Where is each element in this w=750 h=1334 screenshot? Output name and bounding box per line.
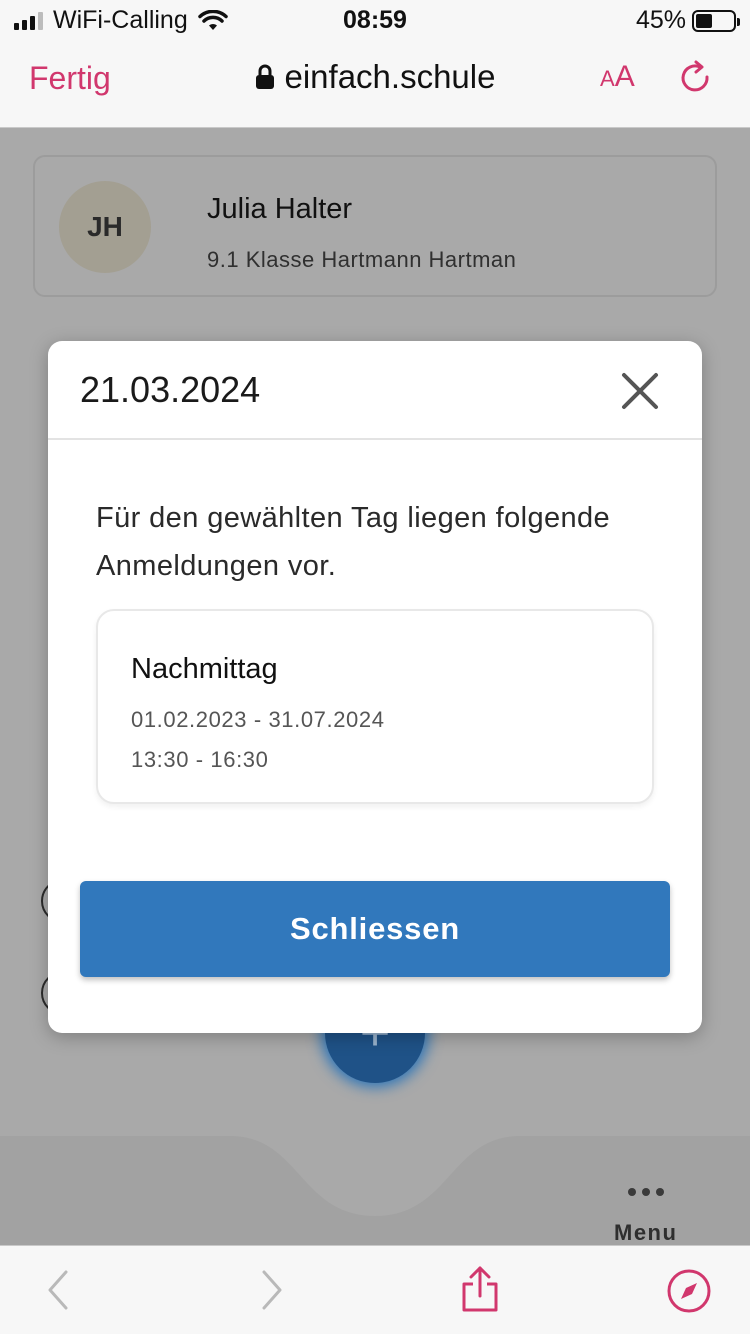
dialog-header: 21.03.2024 <box>48 341 702 440</box>
domain-label: einfach.schule <box>284 58 496 95</box>
share-icon[interactable] <box>458 1264 502 1314</box>
address-bar[interactable]: einfach.schule <box>0 58 750 96</box>
more-icon[interactable] <box>628 1188 664 1196</box>
text-size-button[interactable]: AA <box>600 60 635 94</box>
back-icon[interactable] <box>44 1268 72 1312</box>
avatar: JH <box>59 181 151 273</box>
close-icon[interactable] <box>620 371 660 411</box>
forward-icon[interactable] <box>258 1268 286 1312</box>
registration-date-range: 01.02.2023 - 31.07.2024 <box>131 707 385 732</box>
browser-bottom-toolbar <box>0 1245 750 1334</box>
registration-time-range: 13:30 - 16:30 <box>131 747 269 772</box>
text-size-large-glyph: A <box>614 60 635 93</box>
registration-dialog: 21.03.2024 Für den gewählten Tag liegen … <box>48 341 702 1033</box>
close-button[interactable]: Schliessen <box>80 881 670 977</box>
profile-card[interactable]: JH Julia Halter 9.1 Klasse Hartmann Hart… <box>33 155 717 297</box>
browser-top-bar: Fertig einfach.schule AA <box>0 40 750 128</box>
compass-icon[interactable] <box>666 1268 712 1314</box>
battery-icon <box>692 9 740 32</box>
registration-title: Nachmittag <box>131 653 278 685</box>
profile-class: 9.1 Klasse Hartmann Hartman <box>207 247 517 272</box>
status-bar: WiFi-Calling 08:59 45% <box>0 0 750 40</box>
bottom-navigation: Menu <box>0 1136 750 1245</box>
reload-icon[interactable] <box>678 60 714 98</box>
lock-icon <box>255 64 274 89</box>
dialog-intro-text: Für den gewählten Tag liegen folgende An… <box>96 502 611 582</box>
text-size-small-glyph: A <box>600 66 615 91</box>
dialog-title: 21.03.2024 <box>80 369 261 410</box>
registration-card: Nachmittag 01.02.2023 - 31.07.2024 13:30… <box>96 609 654 804</box>
profile-name: Julia Halter <box>207 193 353 225</box>
battery-percent: 45% <box>635 6 686 34</box>
menu-label[interactable]: Menu <box>614 1220 677 1246</box>
